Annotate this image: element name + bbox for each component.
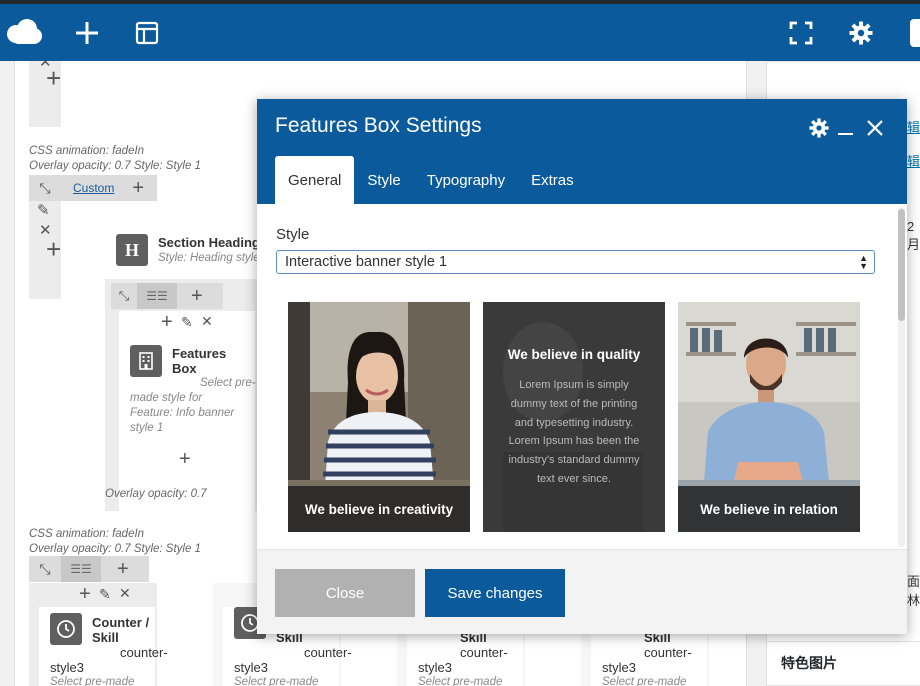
counter-desc: Select pre-made [602,676,687,686]
edit-pencil-icon[interactable]: ✎ [181,314,193,331]
banner-caption: We believe in creativity [288,486,470,532]
element-desc-line: made style for [130,392,203,404]
element-title: Section Heading [158,235,260,250]
banner-caption: We believe in relation [678,486,860,532]
modal-tabs: General Style Typography Extras [275,156,587,204]
counter-title-line1: Counter / [92,615,150,630]
edit-link[interactable]: 辑 [907,151,920,170]
banner-preview-creativity[interactable]: We believe in creativity [288,302,470,532]
modal-scrollbar[interactable] [898,207,905,547]
sidebar-text: 2月 [907,219,920,252]
counter-element[interactable]: Counter / Skill counter- style3 Select p… [39,607,168,686]
counter-subtitle: counter- [304,645,352,660]
row-toolbar: ⤡ Custom + [29,175,157,201]
column-layout-icon[interactable]: ☰☰ [61,556,101,582]
add-column-icon[interactable]: + [191,285,203,308]
gear-icon[interactable] [842,14,880,52]
sidebar-toggle-button[interactable] [910,19,920,47]
tab-extras[interactable]: Extras [518,156,587,204]
layout-icon[interactable] [128,14,166,52]
close-button[interactable]: Close [275,569,415,617]
banner-text: Lorem Ipsum is simply dummy text of the … [508,379,640,485]
select-arrows-icon: ▲ ▼ [859,253,868,271]
add-element-icon[interactable]: + [179,448,191,471]
row-meta-animation: CSS animation: fadeIn [29,145,145,157]
expand-icon[interactable]: ⤡ [111,288,137,304]
column-container: + ✎ ✕ Counter / Skill counter- style3 Se… [29,583,168,686]
expand-icon[interactable]: ⤡ [29,180,61,197]
counter-style: style3 [234,660,268,675]
edit-pencil-icon[interactable]: ✎ [37,203,50,219]
banner-preview-relation[interactable]: We believe in relation [678,302,860,532]
counter-style: style3 [50,660,84,675]
element-subtitle: Style: Heading style [158,252,260,264]
style-select[interactable]: Interactive banner style 1 ▲ ▼ [276,250,875,274]
tab-style[interactable]: Style [354,156,413,204]
counter-desc: Select pre-made [418,676,503,686]
counter-desc: Select pre-made [50,676,135,686]
element-desc-line: style 1 [130,422,164,434]
overlay-note: Overlay opacity: 0.7 [105,488,207,500]
counter-subtitle: counter- [644,645,692,660]
add-icon[interactable]: + [79,583,91,606]
panel-title: 特色图片 [781,655,837,671]
fullscreen-icon[interactable] [782,14,820,52]
banner-preview-quality[interactable]: We believe in quality Lorem Ipsum is sim… [483,302,665,532]
featured-image-panel: 特色图片 [767,641,920,686]
edit-link[interactable]: 辑 [907,117,920,136]
counter-title-line2: Skill [92,630,119,645]
custom-layout-link[interactable]: Custom [73,181,114,195]
row-meta-animation: CSS animation: fadeIn [29,528,145,540]
add-column-icon[interactable]: + [117,558,129,581]
add-plus-icon[interactable] [68,14,106,52]
row-toolbar: ⤡ ☰☰ + [29,556,149,582]
column-toolbar: ⤡ ☰☰ + [111,283,223,309]
element-desc-line: Feature: Info banner [130,407,235,419]
sidebar-text: 面林 [907,574,920,608]
element-title-line2: Box [172,361,197,376]
modal-body: Style Interactive banner style 1 ▲ ▼ We … [257,204,907,549]
add-element-icon[interactable]: + [46,65,61,91]
counter-style: style3 [602,660,636,675]
edit-pencil-icon[interactable]: ✎ [99,586,111,603]
counter-desc: Select pre-made [234,676,319,686]
minimize-icon[interactable] [838,133,853,135]
add-column-icon[interactable]: + [132,177,144,200]
close-icon[interactable] [866,119,884,142]
save-changes-button[interactable]: Save changes [425,569,565,617]
cloud-logo-icon[interactable] [5,14,43,52]
clock-icon [50,613,82,645]
style-label: Style [276,226,310,243]
modal-gear-icon[interactable] [809,118,829,143]
counter-subtitle: counter- [120,645,168,660]
counter-subtitle: counter- [460,645,508,660]
builder-toolbar [0,4,920,61]
modal-title: Features Box Settings [275,114,482,137]
scrollbar-thumb[interactable] [898,209,905,321]
heading-h-icon: H [116,234,148,266]
row-meta-style: Overlay opacity: 0.7 Style: Style 1 [29,543,201,555]
modal-header: Features Box Settings General Style Typo… [257,99,907,204]
banner-title: We believe in quality [507,347,641,362]
column-layout-icon[interactable]: ☰☰ [137,283,177,309]
modal-footer: Close Save changes [257,549,907,634]
add-icon[interactable]: + [161,311,173,334]
element-title-line1: Features [172,346,227,361]
expand-icon[interactable]: ⤡ [29,561,61,578]
delete-icon[interactable]: ✕ [119,585,131,602]
tab-typography[interactable]: Typography [414,156,518,204]
delete-icon[interactable]: ✕ [201,313,213,330]
add-element-icon[interactable]: + [46,236,61,262]
section-heading-element[interactable]: H Section Heading Style: Heading style [105,224,265,279]
building-icon [130,345,162,377]
tab-general[interactable]: General [275,156,355,204]
element-desc-line: Select pre- [200,377,256,389]
counter-style: style3 [418,660,452,675]
style-select-value: Interactive banner style 1 [285,254,448,270]
row-meta-style: Overlay opacity: 0.7 Style: Style 1 [29,160,201,172]
features-box-settings-modal: Features Box Settings General Style Typo… [257,99,907,634]
